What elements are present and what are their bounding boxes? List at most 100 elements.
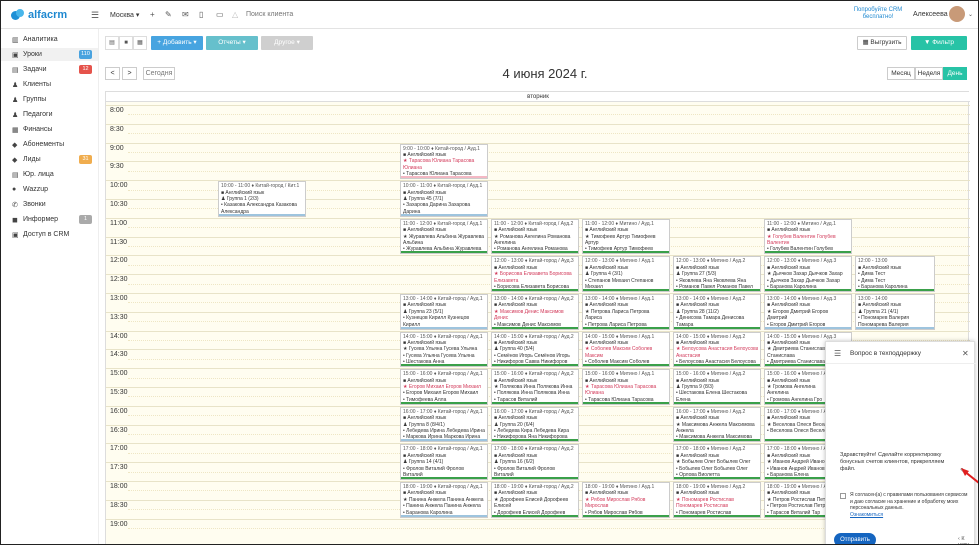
event-status-bar [492,251,578,254]
lesson-event[interactable]: 11:00 - 12:00 ♦ Митино / Ауд.1 ■ Английск… [764,218,852,255]
lesson-event[interactable]: 14:00 - 15:00 ♦ Митино / Ауд.2 ■ Английск… [673,331,761,368]
event-status-bar [401,364,487,367]
lesson-event[interactable]: 18:00 - 19:00 ♦ Китай-город / Ауд.1 ■ Анг… [400,482,488,518]
logo[interactable]: alfacrm [11,8,67,22]
menu-icon[interactable]: ☰ [91,10,99,21]
event-status-bar [674,476,760,479]
calls-icon: ✆ [12,201,18,209]
add-button[interactable]: + Добавить ▾ [151,36,203,50]
support-message-input[interactable]: Здравствуйте! Сделайте корректировку бон… [840,452,960,473]
city-select[interactable]: Москва ▾ [110,11,139,19]
sidebar-item[interactable]: ▤ Юр. лица [1,168,98,181]
sidebar-item[interactable]: ✆ Звонки [1,198,98,211]
lesson-event[interactable]: 11:00 - 12:00 ♦ Китай-город / Ауд.2 ■ Анг… [491,218,579,255]
consent-text: Я согласен(а) с правилами пользования се… [850,492,968,518]
lesson-event[interactable]: 16:00 - 17:00 ♦ Митино / Ауд.2 ■ Английск… [673,406,761,443]
view-list-icon[interactable]: ▤ [105,36,119,50]
wand-icon[interactable]: ✎ [165,10,172,19]
consent-checkbox[interactable] [840,493,846,499]
user-name[interactable]: Алексеева [913,11,948,18]
lesson-event[interactable]: 13:00 - 14:00 ♦ Митино / Ауд.3 ■ Английск… [764,294,852,330]
lesson-event[interactable]: 9:00 - 10:00 ♦ Китай-город / Ауд.1 ■ Англ… [400,143,488,180]
lesson-event[interactable]: 14:00 - 15:00 ♦ Митино / Ауд.1 ■ Английск… [582,331,670,368]
lesson-event[interactable]: 15:00 - 16:00 ♦ Митино / Ауд.1 ■ Английск… [582,369,670,405]
lesson-event[interactable]: 12:00 - 13:00 ■ Английский язык • Дима Тес… [855,256,935,292]
prev-button[interactable]: < [105,67,120,80]
filter-button[interactable]: ▼ Фильтр [911,36,967,50]
sidebar-item[interactable]: ▤ Задачи 12 [1,63,98,76]
sidebar-item[interactable]: ◆ Абонементы [1,138,98,151]
logo-text: alfacrm [28,9,68,21]
sidebar-item[interactable]: ▣ Доступ в CRM [1,228,98,241]
lesson-event[interactable]: 15:00 - 16:00 ♦ Китай-город / Ауд.2 ■ Анг… [491,369,579,405]
hour-label: 12:30 [110,276,128,284]
event-status-bar [856,288,934,291]
sidebar-item[interactable]: ◼ Информер 1 [1,213,98,226]
alert-icon[interactable]: △ [232,10,238,19]
lesson-event[interactable]: 10:00 - 11:00 ♦ Китай-город / Ауд.1 ■ Анг… [400,181,488,217]
lesson-event[interactable]: 13:00 - 14:00 ♦ Китай-город / Ауд.1 ■ Анг… [400,294,488,330]
lesson-event[interactable]: 13:00 - 14:00 ♦ Митино / Ауд.2 ■ Английск… [673,294,761,330]
lesson-event[interactable]: 13:00 - 14:00 ♦ Китай-город / Ауд.2 ■ Анг… [491,294,579,330]
lesson-event[interactable]: 12:00 - 13:00 ♦ Китай-город / Ауд.3 ■ Анг… [491,256,579,292]
lesson-event[interactable]: 13:00 - 14:00 ■ Английский язык ♟ Группа 2… [855,294,935,330]
export-button[interactable]: ▦ Выгрузить [857,36,907,50]
close-icon[interactable]: ✕ [962,349,969,358]
lesson-event[interactable]: 14:00 - 15:00 ♦ Китай-город / Ауд.2 ■ Анг… [491,331,579,368]
sidebar-item[interactable]: ▦ Финансы [1,123,98,136]
lesson-event[interactable]: 15:00 - 16:00 ♦ Китай-город / Ауд.1 ■ Анг… [400,369,488,405]
lesson-event[interactable]: 17:00 - 18:00 ♦ Китай-город / Ауд.1 ■ Анг… [400,444,488,480]
chat-link[interactable]: ‹ К чату [958,536,974,544]
lesson-event[interactable]: 14:00 - 15:00 ♦ Китай-город / Ауд.1 ■ Анг… [400,331,488,368]
day-view-button[interactable]: День [943,67,967,80]
sidebar-item-label: Клиенты [23,81,52,88]
lesson-event[interactable]: 10:00 - 11:00 ♦ Китай-город / Кит.1 ■ Анг… [218,181,306,217]
sidebar-item[interactable]: ◆ Лиды 31 [1,153,98,166]
lesson-event[interactable]: 16:00 - 17:00 ♦ Китай-город / Ауд.2 ■ Анг… [491,406,579,443]
chevron-down-icon[interactable]: ⌄ [968,11,973,18]
sidebar-item[interactable]: ● Wazzup [1,183,98,196]
lesson-event[interactable]: 13:00 - 14:00 ♦ Митино / Ауд.1 ■ Английск… [582,294,670,330]
phone-icon[interactable]: ▯ [199,10,203,19]
send-button[interactable]: Отправить [834,533,876,544]
sidebar-item[interactable]: ▣ Уроки 110 [1,48,98,61]
lesson-event[interactable]: 12:00 - 13:00 ♦ Митино / Ауд.1 ■ Английск… [582,256,670,292]
lesson-event[interactable]: 17:00 - 18:00 ♦ Китай-город / Ауд.2 ■ Анг… [491,444,579,480]
lesson-event[interactable]: 18:00 - 19:00 ♦ Митино / Ауд.2 ■ Английск… [673,482,761,518]
lesson-event[interactable]: 16:00 - 17:00 ♦ Китай-город / Ауд.1 ■ Анг… [400,406,488,443]
lesson-event[interactable]: 18:00 - 19:00 ♦ Китай-город / Ауд.2 ■ Анг… [491,482,579,518]
hour-label: 12:00 [110,257,128,265]
next-button[interactable]: > [122,67,137,80]
file-icon[interactable]: ▭ [216,10,224,19]
promo-link[interactable]: Попробуйте CRM бесплатно! [853,7,903,21]
lesson-event[interactable]: 11:00 - 12:00 ♦ Митино / Ауд.1 ■ Английск… [582,218,670,255]
day-header: вторник [106,92,970,102]
hour-label: 8:00 [110,107,124,114]
half-hour-line [128,170,970,172]
today-button[interactable]: Сегодня [143,67,175,80]
other-button[interactable]: Другое ▾ [261,36,313,50]
lesson-event[interactable]: 15:00 - 16:00 ♦ Митино / Ауд.2 ■ Английск… [673,369,761,405]
plus-icon[interactable]: + [150,10,155,19]
sidebar-item[interactable]: ♟ Клиенты [1,78,98,91]
sidebar-item[interactable]: ♟ Группы [1,93,98,106]
menu-icon[interactable]: ☰ [834,349,841,358]
support-header: ☰ Вопрос в техподдержку ✕ [826,342,976,364]
avatar[interactable] [949,6,965,22]
sidebar-item[interactable]: ♟ Педагоги [1,108,98,121]
search-input[interactable] [246,8,386,21]
mail-icon[interactable]: ✉ [182,10,189,19]
consent-link[interactable]: Ознакомиться [850,512,883,518]
month-view-button[interactable]: Месяц [887,67,915,80]
lesson-event[interactable]: 12:00 - 13:00 ♦ Митино / Ауд.2 ■ Английск… [673,256,761,292]
event-line: • Казакова Александра Казакова [221,202,297,209]
lesson-event[interactable]: 18:00 - 19:00 ♦ Митино / Ауд.1 ■ Английск… [582,482,670,518]
reports-button[interactable]: Отчеты ▾ [206,36,258,50]
lesson-event[interactable]: 12:00 - 13:00 ♦ Митино / Ауд.3 ■ Английск… [764,256,852,292]
lesson-event[interactable]: 11:00 - 12:00 ♦ Китай-город / Ауд.1 ■ Анг… [400,218,488,255]
week-view-button[interactable]: Неделя [915,67,943,80]
sidebar-item[interactable]: ▥ Аналитика [1,33,98,46]
lesson-event[interactable]: 17:00 - 18:00 ♦ Митино / Ауд.2 ■ Английск… [673,444,761,480]
view-grid-icon[interactable]: ■ [119,36,133,50]
view-tiles-icon[interactable]: ▦ [133,36,147,50]
